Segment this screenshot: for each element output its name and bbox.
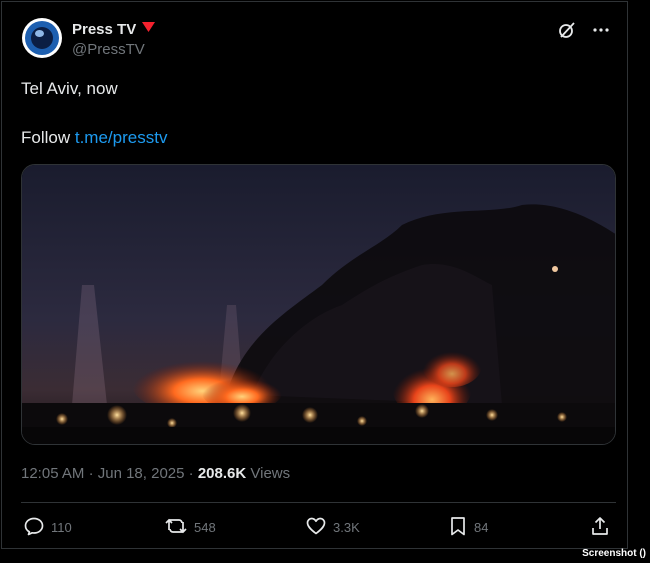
- user-handle[interactable]: @PressTV: [72, 41, 145, 58]
- like-button[interactable]: 3.3K: [306, 516, 360, 539]
- like-icon: [306, 516, 326, 539]
- meta-separator: ·: [88, 465, 94, 482]
- bookmark-count: 84: [474, 520, 489, 535]
- tweet-text: Tel Aviv, now: [21, 79, 118, 98]
- action-bar: 110 548 3.3K 84: [24, 516, 614, 540]
- night-fire-photo: [22, 165, 615, 444]
- reply-count: 110: [51, 520, 72, 535]
- name-row: Press TV: [72, 20, 156, 38]
- avatar[interactable]: [22, 18, 62, 58]
- tweet-photo[interactable]: [21, 164, 616, 445]
- more-icon[interactable]: [591, 20, 611, 40]
- tweet-meta: 12:05 AM · Jun 18, 2025 · 208.6K Views: [21, 465, 290, 482]
- telegram-link[interactable]: t.me/presstv: [75, 128, 168, 147]
- views-count: 208.6K: [197, 465, 247, 482]
- like-count: 3.3K: [333, 520, 360, 535]
- avatar-highlight: [35, 30, 44, 37]
- share-button[interactable]: [590, 516, 610, 539]
- repost-icon: [165, 516, 187, 539]
- tweet-card: Press TV @PressTV Tel Aviv, now Follow t…: [1, 1, 628, 549]
- bookmark-icon: [449, 516, 467, 539]
- share-icon: [590, 516, 610, 539]
- bookmark-button[interactable]: 84: [449, 516, 488, 539]
- follow-line: Follow t.me/presstv: [21, 128, 167, 148]
- affiliation-icon: [142, 20, 156, 38]
- meta-separator: ·: [188, 465, 194, 482]
- views-label: Views: [250, 465, 291, 482]
- repost-count: 548: [194, 520, 216, 535]
- repost-button[interactable]: 548: [165, 516, 216, 539]
- reply-button[interactable]: 110: [24, 516, 72, 539]
- follow-prefix: Follow: [21, 128, 71, 147]
- screenshot-credit: Screenshot (): [582, 548, 646, 559]
- top-icons: [557, 20, 611, 40]
- tweet-time[interactable]: 12:05 AM: [21, 465, 84, 482]
- display-name[interactable]: Press TV: [72, 21, 136, 38]
- tweet-date[interactable]: Jun 18, 2025: [98, 465, 185, 482]
- reply-icon: [24, 516, 44, 539]
- grok-icon[interactable]: [557, 20, 577, 40]
- divider: [21, 502, 616, 503]
